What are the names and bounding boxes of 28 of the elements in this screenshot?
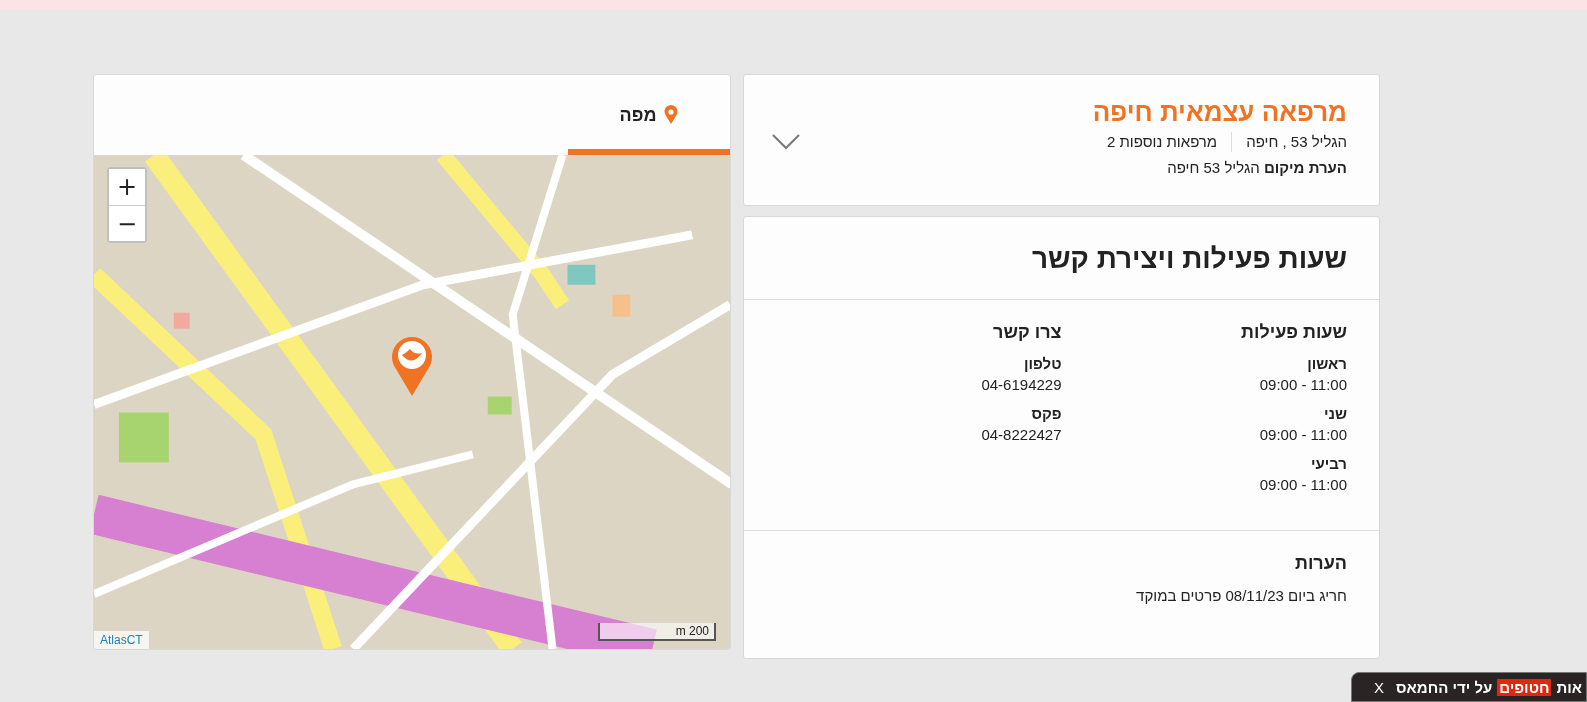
hours-range: 09:00 - 11:00	[1259, 375, 1347, 395]
banner-text: על ידי החמאס	[1396, 678, 1493, 696]
clinic-address: הגליל 53 , חיפה	[1246, 132, 1347, 152]
hours-range: 09:00 - 11:00	[1259, 475, 1347, 495]
contact-number: 04-8222427	[981, 425, 1062, 445]
contact-label: פקס	[1030, 404, 1062, 424]
zoom-out-button[interactable]: −	[109, 205, 145, 241]
section-title: שעות פעילות ויצירת קשר	[744, 217, 1379, 300]
notes-heading: הערות	[1294, 552, 1347, 575]
map-scale: m 200	[598, 623, 716, 641]
close-button[interactable]: X	[1370, 678, 1389, 696]
hours-range: 09:00 - 11:00	[1259, 425, 1347, 445]
day-label: שני	[1322, 404, 1347, 424]
notes-text: חריג ביום 08/11/23 פרטים במוקד	[1135, 587, 1347, 604]
day-label: ראשון	[1306, 354, 1347, 374]
highlighted-text: חטופים	[1497, 678, 1552, 696]
location-pin-icon	[664, 105, 679, 125]
hours-heading: שעות פעילות	[1240, 321, 1347, 344]
chevron-down-icon[interactable]	[772, 133, 800, 151]
contact-number: 04-6194229	[981, 375, 1062, 395]
map-attribution[interactable]: AtlasCT	[94, 631, 149, 649]
contact-heading: צרו קשר	[992, 321, 1062, 344]
contact-label: טלפון	[1023, 354, 1062, 374]
banner-text: אות	[1556, 678, 1582, 696]
day-label: רביעי	[1309, 454, 1347, 474]
other-clinics-link[interactable]: מרפאות נוספות 2	[1106, 132, 1218, 152]
clinic-name: מרפאה עצמאית חיפה	[1092, 97, 1347, 127]
location-note: הערת מיקום הגליל 53 חיפה	[1166, 158, 1347, 178]
